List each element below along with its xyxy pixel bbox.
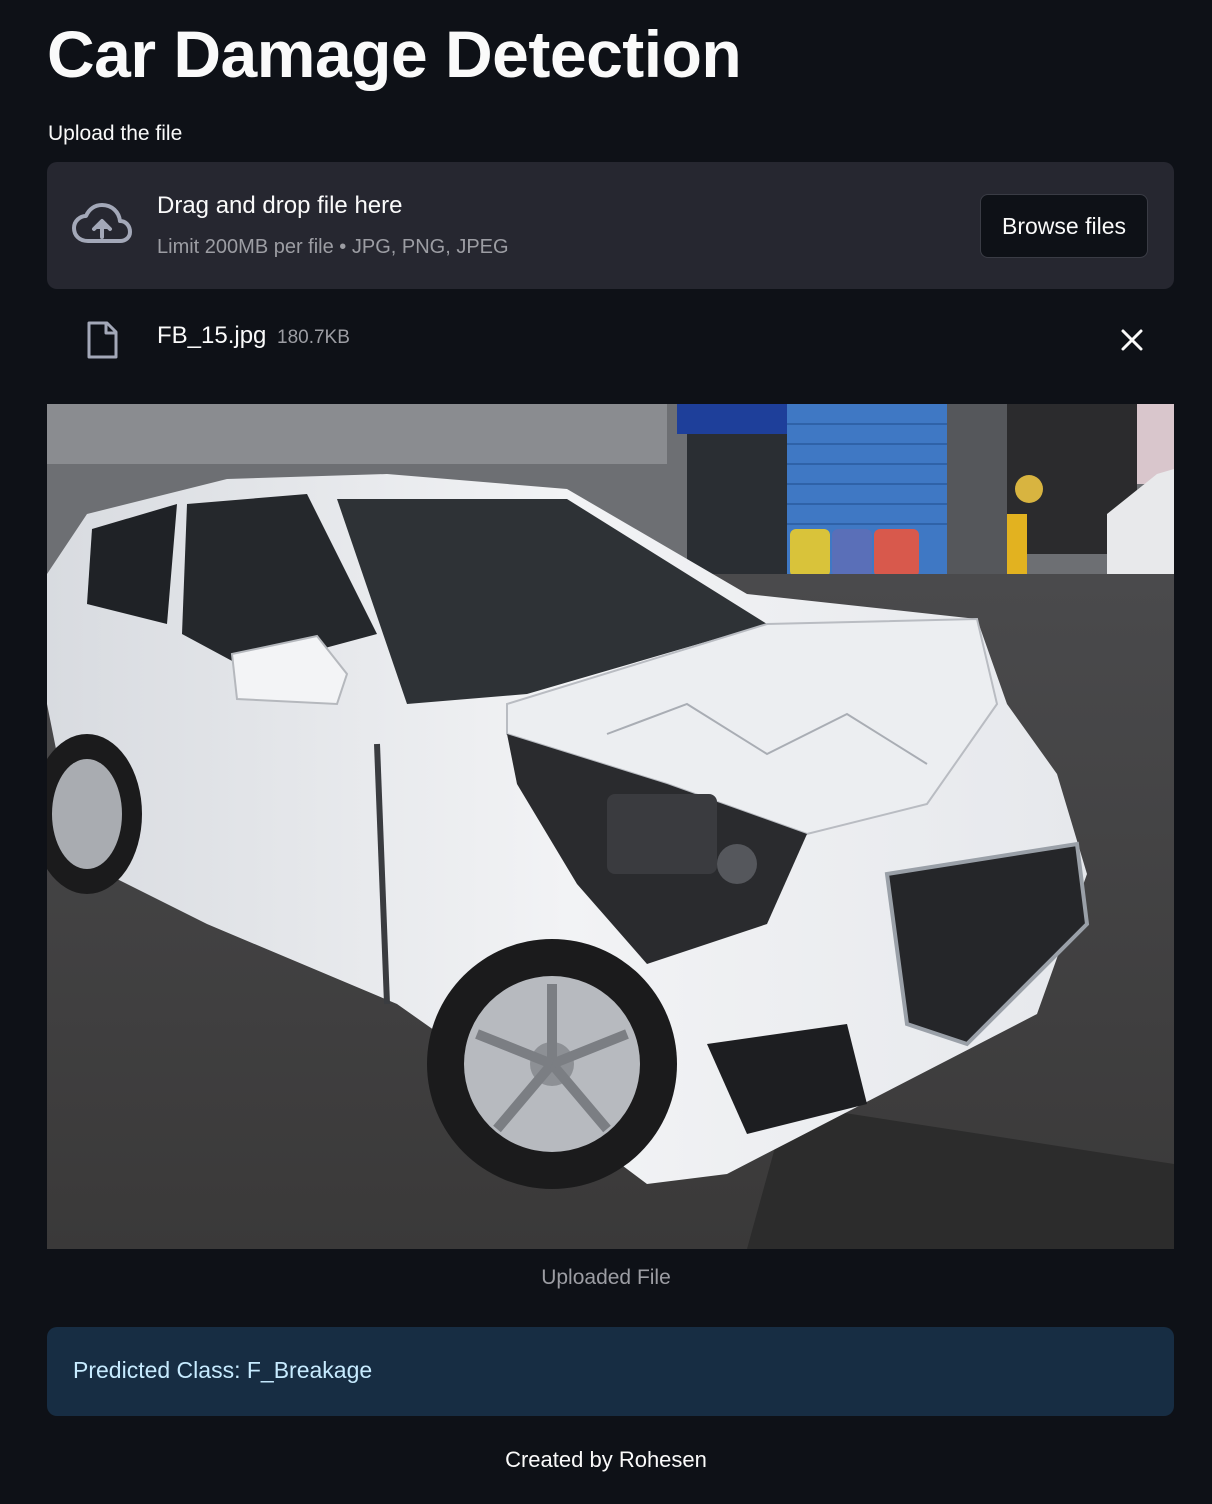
dropzone-instructions: Drag and drop file here	[157, 192, 403, 219]
cloud-upload-icon	[72, 203, 132, 243]
browse-files-button[interactable]: Browse files	[980, 194, 1148, 258]
upload-label: Upload the file	[48, 122, 183, 145]
car-photo-illustration	[47, 404, 1174, 1249]
dropzone-limits: Limit 200MB per file • JPG, PNG, JPEG	[157, 236, 509, 258]
uploaded-file-size: 180.7KB	[277, 327, 350, 348]
page-title: Car Damage Detection	[47, 17, 742, 91]
close-icon[interactable]	[1118, 326, 1146, 354]
image-caption: Uploaded File	[541, 1266, 671, 1289]
uploaded-car-image	[47, 404, 1174, 1249]
prediction-alert: Predicted Class: F_Breakage	[47, 1327, 1174, 1416]
app-page: Car Damage Detection Upload the file Dra…	[0, 0, 1212, 1504]
footer-credit: Created by Rohesen	[505, 1447, 707, 1472]
file-icon	[87, 321, 118, 359]
prediction-text: Predicted Class: F_Breakage	[73, 1357, 373, 1383]
uploaded-file-name: FB_15.jpg	[157, 322, 267, 349]
